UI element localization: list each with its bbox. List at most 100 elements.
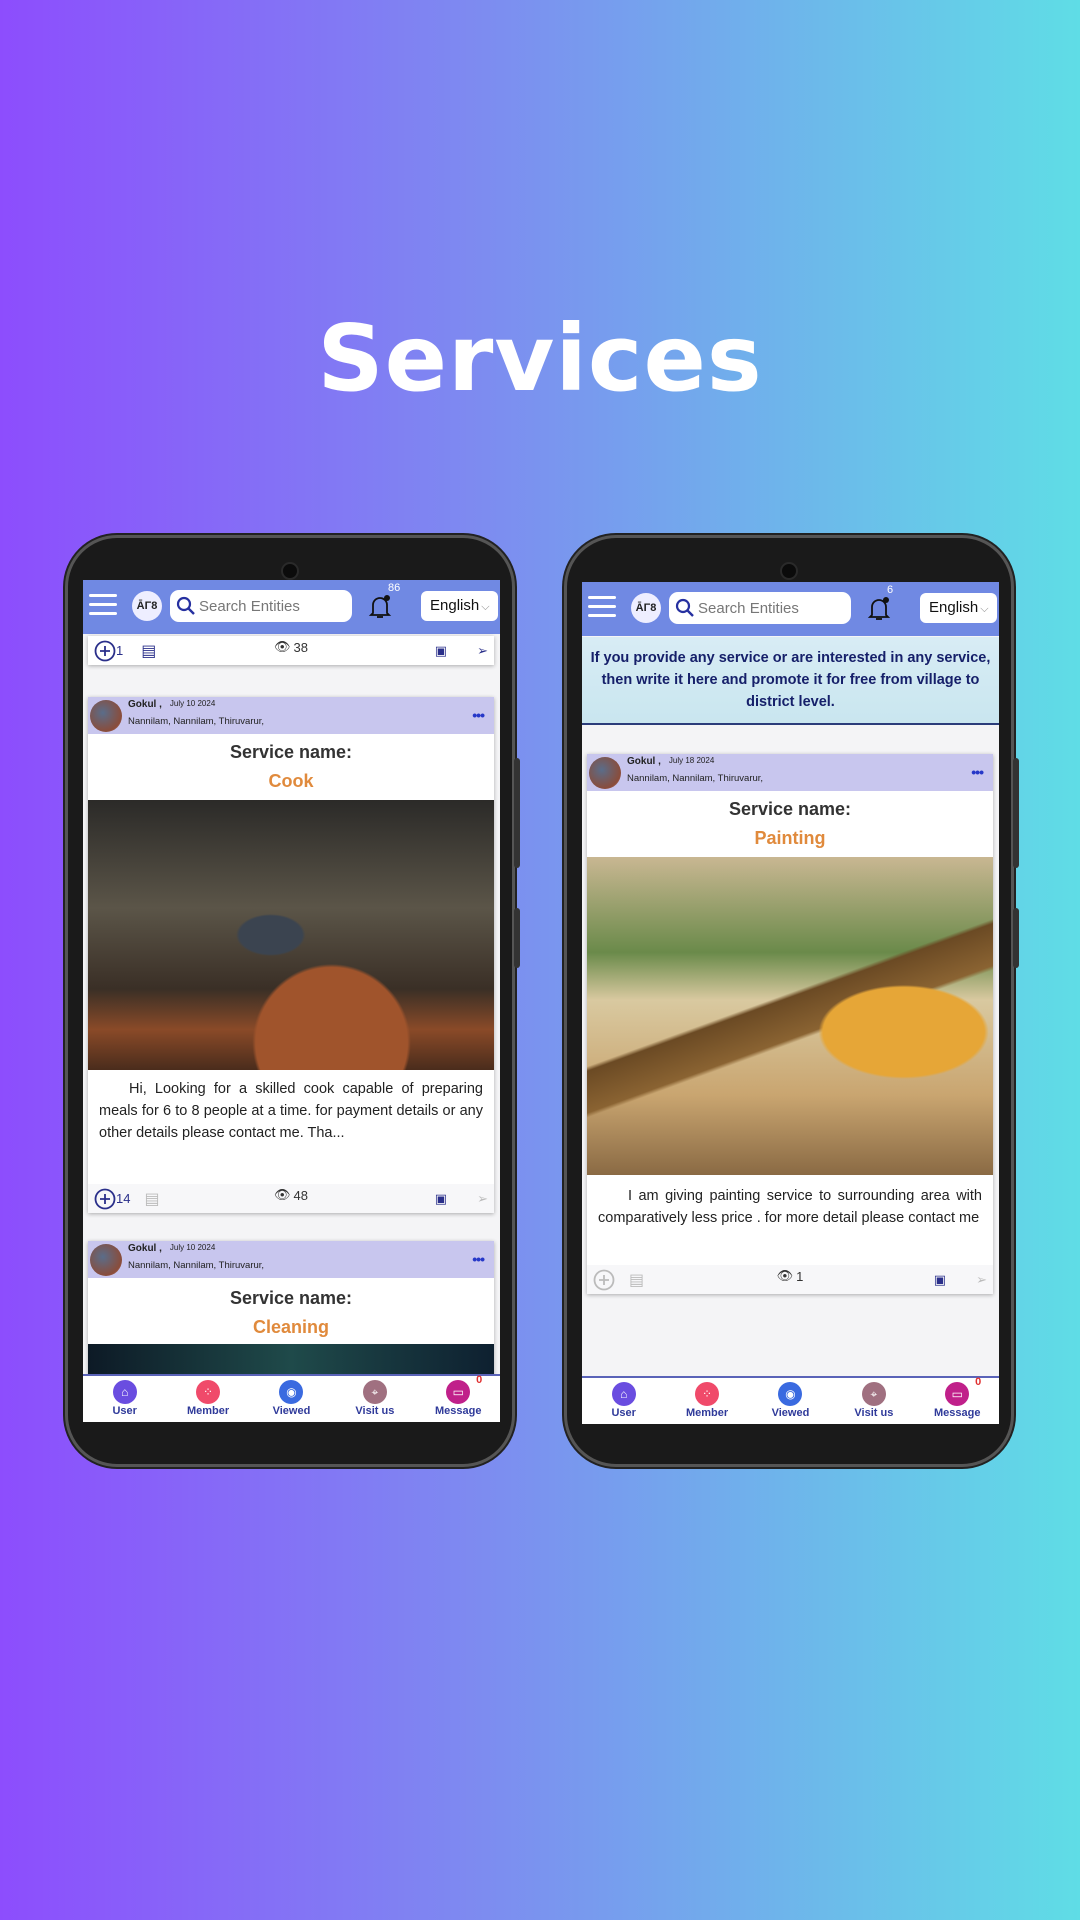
notification-count: 86 — [388, 582, 401, 594]
comment-icon[interactable]: ▤ — [144, 1189, 159, 1209]
location-icon: ⌖ — [861, 1382, 886, 1406]
notification-count: 6 — [887, 584, 894, 596]
members-icon: ⁘ — [196, 1380, 221, 1404]
menu-icon[interactable] — [89, 594, 117, 616]
post-description: Hi, Looking for a skilled cook capable o… — [99, 1081, 483, 1141]
contact-card-icon[interactable]: ▣ — [435, 643, 447, 659]
more-options-icon[interactable]: ••• — [971, 764, 984, 780]
promo-banner: If you provide any service or are intere… — [582, 637, 999, 725]
eye-icon: ◉ — [279, 1380, 304, 1404]
app-logo[interactable]: ᾹΓ8 — [631, 593, 661, 623]
post-card[interactable]: Gokul , July 10 2024 Nannilam, Nannilam, … — [88, 1241, 494, 1384]
nav-viewed[interactable]: ◉ Viewed — [750, 1378, 830, 1424]
service-label: Service name: — [229, 1288, 353, 1308]
nav-user[interactable]: ⌂ User — [85, 1376, 165, 1422]
service-label: Service name: — [728, 799, 852, 819]
service-name: Cleaning — [252, 1317, 329, 1337]
contact-card-icon[interactable]: ▣ — [934, 1272, 946, 1288]
camera — [780, 562, 798, 580]
send-icon[interactable]: ➢ — [976, 1272, 987, 1288]
message-icon: ▭ — [446, 1380, 471, 1404]
phone-right: ᾹΓ8 Search Entities 6 English ⌵ If you pr… — [564, 535, 1019, 1467]
app-header: ᾹΓ8 Search Entities 86 English ⌵ — [83, 580, 500, 634]
view-count: 👁 1 — [776, 1268, 804, 1284]
post-date: July 18 2024 — [668, 756, 715, 765]
app-logo[interactable]: ᾹΓ8 — [132, 591, 162, 621]
screen-right: ᾹΓ8 Search Entities 6 English ⌵ If you pr… — [582, 582, 999, 1424]
add-icon[interactable]: 14 — [94, 1188, 130, 1210]
chevron-down-icon: ⌵ — [481, 601, 490, 613]
bell-icon[interactable] — [368, 594, 392, 620]
author-name[interactable]: Gokul , — [128, 699, 162, 710]
language-select[interactable]: English ⌵ — [920, 593, 997, 623]
service-image[interactable] — [88, 800, 494, 1070]
message-badge: 0 — [975, 1376, 982, 1388]
search-icon — [675, 598, 694, 617]
comment-icon[interactable]: ▤ — [629, 1270, 644, 1290]
contact-card-icon[interactable]: ▣ — [435, 1191, 447, 1207]
eye-icon: 👁 — [274, 1187, 291, 1202]
avatar[interactable] — [90, 700, 122, 732]
avatar[interactable] — [589, 757, 621, 789]
more-options-icon[interactable]: ••• — [472, 707, 485, 723]
post-action-bar: 1 ▤ 👁 38 ▣ ➢ — [88, 636, 494, 665]
home-user-icon: ⌂ — [112, 1380, 137, 1404]
post-card[interactable]: Gokul , July 10 2024 Nannilam, Nannilam, … — [88, 697, 494, 1213]
avatar[interactable] — [90, 1244, 122, 1276]
message-badge: 0 — [476, 1374, 483, 1386]
post-description: I am giving painting service to surround… — [598, 1188, 982, 1226]
send-icon[interactable]: ➢ — [477, 643, 488, 659]
post-header: Gokul , July 10 2024 Nannilam, Nannilam, … — [88, 1241, 494, 1278]
eye-icon: 👁 — [274, 639, 291, 654]
camera — [281, 562, 299, 580]
service-name: Cook — [268, 771, 314, 791]
post-location: Nannilam, Nannilam, Thiruvarur, — [128, 716, 265, 727]
author-name[interactable]: Gokul , — [128, 1243, 162, 1254]
bell-icon[interactable] — [867, 596, 891, 622]
author-name[interactable]: Gokul , — [627, 756, 661, 767]
page-title: Services — [317, 305, 763, 412]
add-icon[interactable] — [593, 1269, 615, 1291]
phone-left: ᾹΓ8 Search Entities 86 English ⌵ 1 ▤ 👁 38 … — [65, 535, 520, 1467]
search-input[interactable]: Search Entities — [669, 592, 851, 624]
post-location: Nannilam, Nannilam, Thiruvarur, — [128, 1260, 265, 1271]
nav-user[interactable]: ⌂ User — [584, 1378, 664, 1424]
menu-icon[interactable] — [588, 596, 616, 618]
more-options-icon[interactable]: ••• — [472, 1251, 485, 1267]
nav-member[interactable]: ⁘ Member — [168, 1376, 248, 1422]
home-user-icon: ⌂ — [611, 1382, 636, 1406]
post-date: July 10 2024 — [169, 699, 216, 708]
nav-message[interactable]: ▭ Message 0 — [418, 1374, 498, 1422]
eye-icon: ◉ — [778, 1382, 803, 1406]
service-label: Service name: — [229, 742, 353, 762]
post-location: Nannilam, Nannilam, Thiruvarur, — [627, 773, 764, 784]
post-header: Gokul , July 18 2024 Nannilam, Nannilam, … — [587, 754, 993, 791]
screen-left: ᾹΓ8 Search Entities 86 English ⌵ 1 ▤ 👁 38 … — [83, 580, 500, 1422]
search-input[interactable]: Search Entities — [170, 590, 352, 622]
chevron-down-icon: ⌵ — [980, 603, 989, 615]
comment-icon[interactable]: ▤ — [141, 641, 156, 661]
post-card[interactable]: Gokul , July 18 2024 Nannilam, Nannilam, … — [587, 754, 993, 1294]
nav-viewed[interactable]: ◉ Viewed — [251, 1376, 331, 1422]
service-name: Painting — [754, 828, 826, 848]
bottom-nav: ⌂ User ⁘ Member ◉ Viewed ⌖ Visit us ▭ Message… — [582, 1376, 999, 1424]
bottom-nav: ⌂ User ⁘ Member ◉ Viewed ⌖ Visit us ▭ Message… — [83, 1374, 500, 1422]
nav-message[interactable]: ▭ Message 0 — [917, 1376, 997, 1424]
view-count: 👁 48 — [274, 1187, 308, 1203]
language-select[interactable]: English ⌵ — [421, 591, 498, 621]
nav-visit-us[interactable]: ⌖ Visit us — [335, 1376, 415, 1422]
message-icon: ▭ — [945, 1382, 970, 1406]
app-header: ᾹΓ8 Search Entities 6 English ⌵ — [582, 582, 999, 636]
eye-icon: 👁 — [776, 1268, 794, 1283]
search-icon — [176, 596, 195, 615]
send-icon[interactable]: ➢ — [477, 1191, 488, 1207]
location-icon: ⌖ — [362, 1380, 387, 1404]
nav-member[interactable]: ⁘ Member — [667, 1378, 747, 1424]
nav-visit-us[interactable]: ⌖ Visit us — [834, 1378, 914, 1424]
add-icon[interactable]: 1 — [94, 640, 123, 662]
post-header: Gokul , July 10 2024 Nannilam, Nannilam, … — [88, 697, 494, 734]
members-icon: ⁘ — [695, 1382, 720, 1406]
service-image[interactable] — [587, 857, 993, 1175]
view-count: 👁 38 — [274, 639, 308, 655]
post-date: July 10 2024 — [169, 1243, 216, 1252]
